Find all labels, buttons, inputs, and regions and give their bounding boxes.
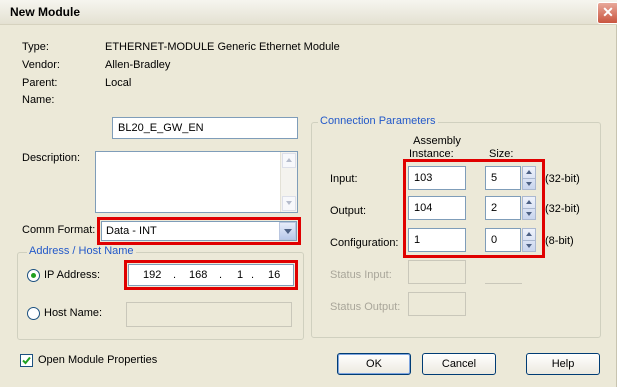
open-module-properties-checkbox[interactable] <box>20 354 33 367</box>
arrow-down-icon <box>286 201 292 205</box>
description-scrollbar[interactable] <box>280 152 297 212</box>
input-unit: (32-bit) <box>545 173 580 185</box>
ip-address-highlight <box>124 260 298 290</box>
parent-value: Local <box>105 77 132 89</box>
parent-label: Parent: <box>22 77 58 89</box>
status-output-label: Status Output: <box>330 301 401 313</box>
connection-values-highlight <box>403 159 545 258</box>
new-module-dialog: New Module ✕ Type: ETHERNET-MODULE Gener… <box>0 0 617 387</box>
check-icon <box>22 356 31 365</box>
status-input-size-field <box>485 260 522 284</box>
close-button[interactable]: ✕ <box>597 2 617 24</box>
output-label: Output: <box>330 205 367 217</box>
comm-format-label: Comm Format: <box>22 224 96 236</box>
arrow-up-icon <box>286 158 292 162</box>
vendor-label: Vendor: <box>22 59 60 71</box>
comm-format-highlight <box>97 217 301 245</box>
vendor-value: Allen-Bradley <box>105 59 171 71</box>
configuration-label: Configuration: <box>330 237 399 249</box>
title-bar: New Module ✕ <box>0 0 617 25</box>
ip-address-label: IP Address: <box>44 269 101 281</box>
scroll-up-button[interactable] <box>282 153 296 168</box>
open-module-properties-label: Open Module Properties <box>38 354 158 366</box>
configuration-unit: (8-bit) <box>545 235 574 247</box>
assembly-header: Assembly <box>413 135 461 147</box>
address-group-legend: Address / Host Name <box>27 245 136 257</box>
description-label: Description: <box>22 152 81 164</box>
status-input-instance-field[interactable] <box>408 260 466 284</box>
host-name-field[interactable] <box>126 302 292 327</box>
input-label: Input: <box>330 173 358 185</box>
scroll-down-button[interactable] <box>282 196 296 211</box>
close-icon: ✕ <box>602 4 614 20</box>
connection-parameters-legend: Connection Parameters <box>318 115 438 127</box>
description-field[interactable] <box>95 151 298 213</box>
host-name-radio[interactable] <box>27 307 40 320</box>
output-unit: (32-bit) <box>545 203 580 215</box>
host-name-label: Host Name: <box>44 307 103 319</box>
type-value: ETHERNET-MODULE Generic Ethernet Module <box>105 41 340 53</box>
name-label: Name: <box>22 94 55 106</box>
radio-selected-dot <box>31 273 36 278</box>
help-button[interactable]: Help <box>526 353 600 375</box>
ip-address-radio[interactable] <box>27 269 40 282</box>
type-label: Type: <box>22 41 49 53</box>
status-input-label: Status Input: <box>330 269 392 281</box>
ok-button[interactable]: OK <box>337 353 411 375</box>
cancel-button[interactable]: Cancel <box>422 353 496 375</box>
window-title: New Module <box>10 5 81 19</box>
name-field[interactable]: BL20_E_GW_EN <box>112 117 298 139</box>
status-output-instance-field[interactable] <box>408 292 466 316</box>
